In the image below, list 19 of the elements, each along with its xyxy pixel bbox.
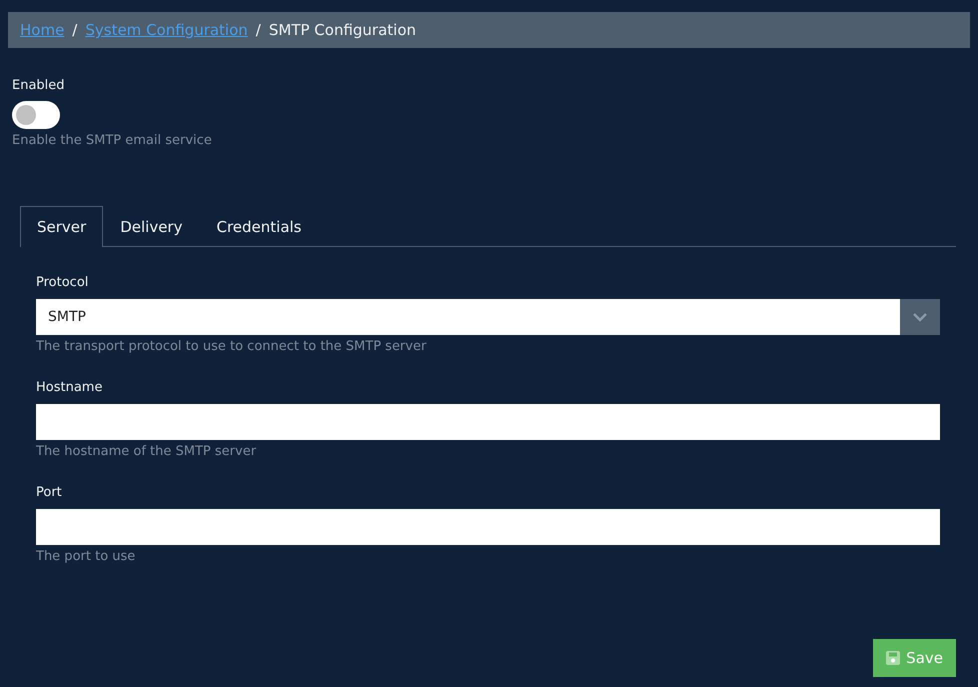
input-field[interactable]: [36, 509, 940, 545]
tab[interactable]: Credentials: [199, 206, 318, 247]
chevron-down-icon: [912, 312, 928, 322]
help-text: The port to use: [36, 549, 136, 564]
help-text: The transport protocol to use to connect to the SMTP server: [36, 339, 428, 354]
tab[interactable]: Delivery: [103, 206, 200, 247]
tab[interactable]: Server: [20, 206, 104, 247]
breadcrumb-current: SMTP Configuration: [268, 21, 416, 39]
toggle-switch[interactable]: [12, 101, 60, 129]
field-label: Enabled: [12, 78, 65, 93]
help-text: Enable the SMTP email service: [12, 133, 212, 148]
breadcrumb-separator: /: [72, 21, 78, 39]
field-label: Hostname: [36, 380, 104, 395]
help-text: The hostname of the SMTP server: [36, 444, 258, 459]
field-label: Protocol: [36, 275, 90, 290]
protocol-dropdown[interactable]: SMTP: [36, 299, 940, 335]
input-field[interactable]: [36, 404, 940, 440]
breadcrumb-separator: /: [256, 21, 261, 39]
field-label: Port: [36, 485, 63, 500]
